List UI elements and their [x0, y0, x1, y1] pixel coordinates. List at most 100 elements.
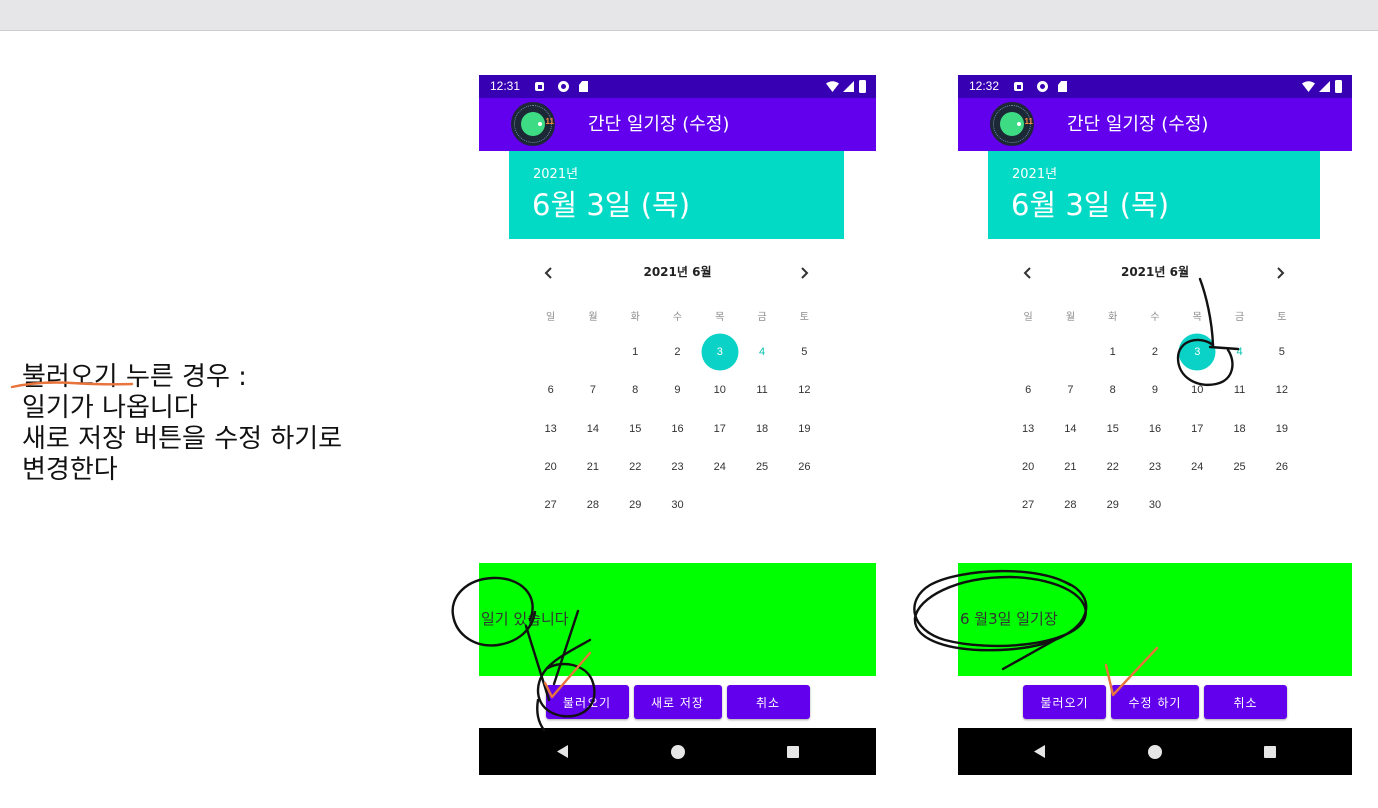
calendar-day[interactable]: 6: [1007, 371, 1049, 409]
calendar-grid: 1 2 3 4 5 6 7 8 9 10 11 12 13 14 15 16 17 18 19 20 21 22 23 24 2…: [530, 333, 826, 524]
calendar-day[interactable]: 4: [1218, 333, 1260, 371]
calendar-day[interactable]: 21: [1049, 448, 1091, 486]
weekday-label: 금: [757, 311, 767, 323]
calendar-day[interactable]: 12: [1261, 371, 1303, 409]
calendar-day[interactable]: 15: [614, 410, 656, 448]
calendar-day[interactable]: 23: [1134, 448, 1176, 486]
calendar-day[interactable]: 17: [1176, 410, 1218, 448]
android-11-logo-icon[interactable]: 11: [511, 102, 555, 146]
calendar-day[interactable]: 15: [1092, 410, 1134, 448]
calendar-day-selected[interactable]: 3: [699, 333, 741, 371]
status-time: 12:31: [490, 79, 521, 93]
calendar-day[interactable]: 25: [1218, 448, 1260, 486]
calendar-day[interactable]: 2: [656, 333, 698, 371]
calendar-day[interactable]: 29: [614, 486, 656, 524]
calendar-day[interactable]: 27: [530, 486, 572, 524]
calendar-day[interactable]: 20: [1007, 448, 1049, 486]
weekday-label: 토: [1277, 311, 1287, 323]
calendar-day[interactable]: 7: [572, 371, 614, 409]
edit-button[interactable]: 수정 하기: [1111, 685, 1199, 719]
calendar-day[interactable]: 17: [699, 410, 741, 448]
calendar-day[interactable]: 1: [614, 333, 656, 371]
calendar-day[interactable]: 20: [530, 448, 572, 486]
calendar-day[interactable]: 22: [614, 448, 656, 486]
calendar-day[interactable]: 29: [1092, 486, 1134, 524]
calendar-day-empty: [1176, 486, 1218, 524]
calendar-day[interactable]: 14: [1049, 410, 1091, 448]
calendar-day[interactable]: 8: [614, 371, 656, 409]
calendar-day[interactable]: 26: [1261, 448, 1303, 486]
diary-text: 일기 있습니다: [481, 610, 569, 628]
android-11-logo-icon[interactable]: 11: [990, 102, 1034, 146]
calendar-day[interactable]: 18: [1218, 410, 1260, 448]
chevron-right-icon[interactable]: [798, 265, 810, 279]
calendar-day[interactable]: 16: [656, 410, 698, 448]
calendar-day[interactable]: 30: [656, 486, 698, 524]
calendar-day[interactable]: 1: [1092, 333, 1134, 371]
calendar-day[interactable]: 18: [741, 410, 783, 448]
calendar-day[interactable]: 22: [1092, 448, 1134, 486]
calendar-day[interactable]: 5: [783, 333, 825, 371]
calendar-day[interactable]: 7: [1049, 371, 1091, 409]
cancel-button[interactable]: 취소: [726, 685, 810, 719]
date-header: 2021년 6월 3일 (목): [988, 151, 1320, 239]
recents-icon[interactable]: [1262, 744, 1278, 760]
button-row: 불러오기 새로 저장 취소: [479, 676, 876, 728]
load-button[interactable]: 불러오기: [545, 685, 629, 719]
calendar-day[interactable]: 24: [699, 448, 741, 486]
date-year: 2021년: [533, 167, 579, 182]
selected-date: 6월 3일 (목): [1011, 188, 1170, 222]
status-bar: 12:32: [958, 75, 1352, 98]
load-button[interactable]: 불러오기: [1023, 685, 1106, 719]
calendar-day[interactable]: 13: [1007, 410, 1049, 448]
calendar-day[interactable]: 24: [1176, 448, 1218, 486]
calendar-day[interactable]: 25: [741, 448, 783, 486]
calendar-day[interactable]: 5: [1261, 333, 1303, 371]
calendar-day[interactable]: 11: [741, 371, 783, 409]
app-title: 간단 일기장 (수정): [1067, 114, 1209, 135]
save-new-button[interactable]: 새로 저장: [633, 685, 722, 719]
note-line: 불러오기 누른 경우 :: [22, 362, 247, 392]
vpn-icon: [1037, 81, 1048, 92]
home-icon[interactable]: [670, 744, 686, 760]
calendar-day[interactable]: 6: [530, 371, 572, 409]
calendar-day-empty: [530, 333, 572, 371]
recents-icon[interactable]: [785, 744, 801, 760]
calendar-day[interactable]: 8: [1092, 371, 1134, 409]
back-icon[interactable]: [1032, 744, 1048, 760]
calendar-day-empty: [1049, 333, 1091, 371]
phone-screenshot-before: 12:31 11 간단 일기장 (수정) 2021년 6월 3일 (목) 202…: [479, 75, 876, 775]
calendar-day-selected[interactable]: 3: [1176, 333, 1218, 371]
cancel-button[interactable]: 취소: [1204, 685, 1287, 719]
calendar-day[interactable]: 21: [572, 448, 614, 486]
calendar-day[interactable]: 23: [656, 448, 698, 486]
calendar-day[interactable]: 19: [783, 410, 825, 448]
calendar-day[interactable]: 2: [1134, 333, 1176, 371]
weekday-label: 수: [672, 311, 683, 323]
calendar-day[interactable]: 9: [1134, 371, 1176, 409]
calendar-day[interactable]: 11: [1218, 371, 1260, 409]
calendar-day[interactable]: 12: [783, 371, 825, 409]
weekday-label: 금: [1234, 311, 1245, 323]
calendar-day[interactable]: 26: [783, 448, 825, 486]
selected-date: 6월 3일 (목): [532, 188, 691, 222]
calendar-day[interactable]: 27: [1007, 486, 1049, 524]
calendar-day[interactable]: 10: [1176, 371, 1218, 409]
chevron-right-icon[interactable]: [1274, 265, 1286, 279]
back-icon[interactable]: [555, 744, 571, 760]
home-icon[interactable]: [1147, 744, 1163, 760]
calendar-day[interactable]: 19: [1261, 410, 1303, 448]
calendar-day[interactable]: 14: [572, 410, 614, 448]
weekday-label: 일: [1023, 311, 1033, 323]
weekday-label: 일: [546, 311, 556, 323]
calendar-day[interactable]: 28: [1049, 486, 1091, 524]
calendar-day[interactable]: 28: [572, 486, 614, 524]
calendar-day[interactable]: 13: [530, 410, 572, 448]
calendar-day[interactable]: 10: [699, 371, 741, 409]
calendar-day[interactable]: 9: [656, 371, 698, 409]
app-title: 간단 일기장 (수정): [588, 114, 730, 135]
calendar-day[interactable]: 4: [741, 333, 783, 371]
calendar-day[interactable]: 30: [1134, 486, 1176, 524]
notification-icon: [535, 82, 544, 91]
calendar-day[interactable]: 16: [1134, 410, 1176, 448]
